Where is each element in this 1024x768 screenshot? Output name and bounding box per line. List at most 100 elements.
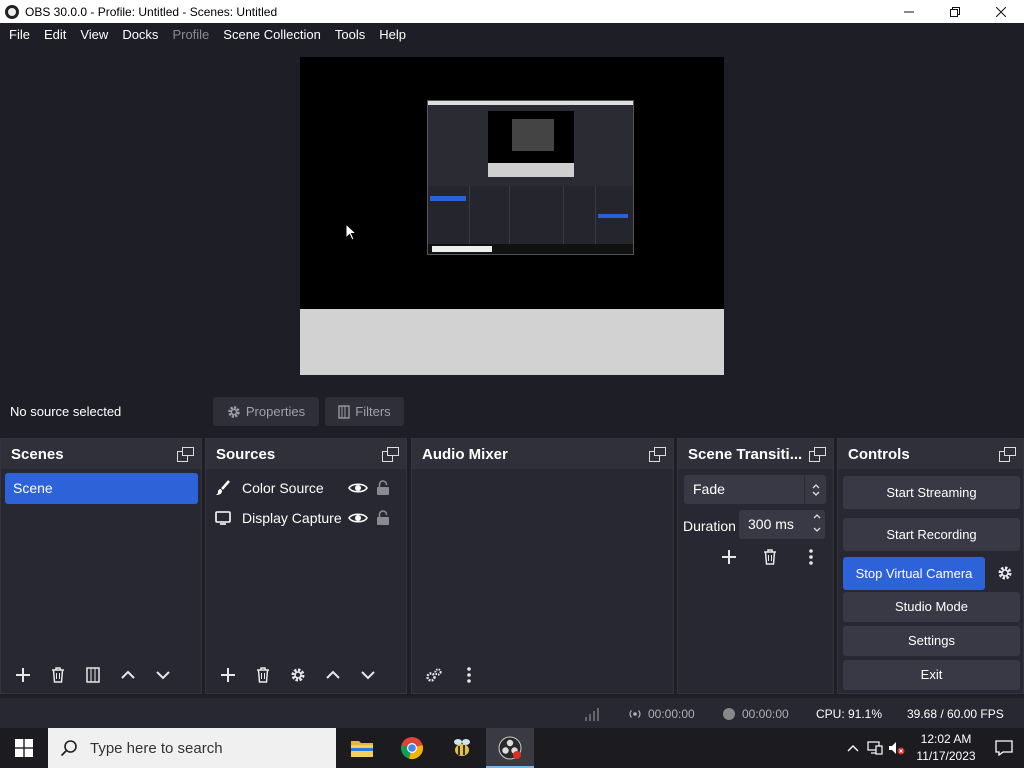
menu-tools[interactable]: Tools — [328, 23, 372, 47]
start-button[interactable] — [0, 728, 48, 768]
window-title: OBS 30.0.0 - Profile: Untitled - Scenes:… — [25, 4, 278, 19]
controls-title: Controls — [848, 445, 910, 463]
chevron-down-icon — [361, 671, 375, 680]
eye-icon[interactable] — [348, 511, 368, 525]
filters-button[interactable]: Filters — [325, 397, 404, 426]
notifications-button[interactable] — [984, 728, 1024, 768]
record-icon — [723, 708, 735, 720]
obs-logo-icon — [498, 736, 522, 760]
windows-logo-icon — [15, 739, 33, 757]
no-source-label: No source selected — [10, 404, 122, 419]
exit-button[interactable]: Exit — [843, 660, 1020, 690]
menu-docks[interactable]: Docks — [115, 23, 165, 47]
menu-profile[interactable]: Profile — [165, 23, 216, 47]
remove-transition-button[interactable] — [753, 542, 787, 572]
stop-virtual-camera-button[interactable]: Stop Virtual Camera — [843, 557, 985, 590]
menu-view[interactable]: View — [73, 23, 115, 47]
show-hidden-icons-button[interactable] — [842, 728, 864, 768]
minimize-button[interactable] — [886, 0, 932, 23]
taskbar-search-box[interactable]: Type here to search — [48, 728, 336, 768]
transition-menu-button[interactable] — [794, 542, 828, 572]
transition-select[interactable]: Fade — [684, 475, 826, 504]
title-bar: OBS 30.0.0 - Profile: Untitled - Scenes:… — [0, 0, 1024, 23]
folder-icon — [351, 741, 373, 757]
preview-canvas[interactable] — [300, 57, 724, 309]
mixer-menu-button[interactable] — [452, 660, 486, 690]
select-arrows-icon — [804, 475, 826, 504]
close-icon — [996, 6, 1006, 17]
advanced-audio-button[interactable] — [417, 660, 451, 690]
studio-mode-button[interactable]: Studio Mode — [843, 592, 1020, 622]
move-scene-up-button[interactable] — [111, 660, 145, 690]
chevron-up-icon — [326, 670, 340, 679]
kebab-menu-icon — [809, 549, 813, 565]
spin-arrows-icon[interactable] — [813, 512, 821, 537]
volume-muted-icon[interactable] — [886, 728, 908, 768]
source-label: Display Capture — [242, 510, 342, 526]
audio-mixer-title: Audio Mixer — [422, 445, 508, 463]
properties-button[interactable]: Properties — [213, 397, 319, 426]
menu-file[interactable]: File — [2, 23, 37, 47]
obs-taskbar-button[interactable] — [486, 728, 534, 768]
undock-icon[interactable] — [382, 447, 399, 462]
move-scene-down-button[interactable] — [146, 660, 180, 690]
stream-status: 00:00:00 — [628, 707, 695, 721]
remove-scene-button[interactable] — [41, 660, 75, 690]
chrome-button[interactable] — [388, 728, 436, 768]
undock-icon[interactable] — [649, 447, 666, 462]
bee-app-button[interactable] — [438, 728, 486, 768]
scene-item[interactable]: Scene — [5, 473, 198, 504]
broadcast-icon — [629, 710, 641, 718]
taskbar-clock[interactable]: 12:02 AM 11/17/2023 — [908, 731, 984, 765]
duration-spinbox[interactable]: 300 ms — [739, 510, 825, 539]
network-signal-icon — [584, 707, 600, 721]
start-recording-button[interactable]: Start Recording — [843, 518, 1020, 551]
source-item[interactable]: Color Source — [214, 473, 404, 503]
source-label: Color Source — [242, 480, 324, 496]
move-source-up-button[interactable] — [316, 660, 350, 690]
record-status: 00:00:00 — [722, 707, 789, 721]
transition-select-value: Fade — [693, 481, 725, 497]
lock-icon[interactable] — [376, 510, 390, 526]
monitor-icon — [214, 509, 232, 527]
source-toolbar: No source selected Properties Filters — [0, 390, 1024, 434]
gear-icon — [998, 566, 1012, 580]
virtual-camera-settings-button[interactable] — [990, 559, 1020, 587]
undock-icon[interactable] — [809, 447, 826, 462]
display-capture-preview — [427, 100, 634, 255]
lock-icon[interactable] — [376, 480, 390, 496]
network-icon[interactable] — [864, 728, 886, 768]
chevron-up-icon — [121, 670, 135, 679]
search-icon — [60, 740, 77, 757]
menu-bar: File Edit View Docks Profile Scene Colle… — [0, 23, 1024, 47]
trash-icon — [764, 549, 776, 565]
add-transition-button[interactable] — [712, 542, 746, 572]
brush-icon — [214, 479, 232, 497]
chevron-down-icon — [156, 671, 170, 680]
menu-scene-collection[interactable]: Scene Collection — [216, 23, 328, 47]
menu-help[interactable]: Help — [372, 23, 413, 47]
duration-value: 300 ms — [748, 516, 794, 532]
add-scene-button[interactable] — [6, 660, 40, 690]
cpu-usage: CPU: 91.1% — [816, 707, 883, 721]
maximize-button[interactable] — [932, 0, 978, 23]
scene-filters-button[interactable] — [76, 660, 110, 690]
close-button[interactable] — [978, 0, 1024, 23]
notification-icon — [995, 740, 1013, 756]
file-explorer-button[interactable] — [338, 728, 386, 768]
undock-icon[interactable] — [999, 447, 1016, 462]
settings-button[interactable]: Settings — [843, 626, 1020, 656]
filter-icon — [338, 404, 350, 419]
move-source-down-button[interactable] — [351, 660, 385, 690]
source-properties-button[interactable] — [281, 660, 315, 690]
add-source-button[interactable] — [211, 660, 245, 690]
source-item[interactable]: Display Capture — [214, 503, 404, 533]
sources-title: Sources — [216, 445, 276, 463]
start-streaming-button[interactable]: Start Streaming — [843, 476, 1020, 509]
gear-icon — [291, 668, 305, 682]
trash-icon — [257, 667, 269, 683]
menu-edit[interactable]: Edit — [37, 23, 73, 47]
remove-source-button[interactable] — [246, 660, 280, 690]
eye-icon[interactable] — [348, 481, 368, 495]
undock-icon[interactable] — [177, 447, 194, 462]
